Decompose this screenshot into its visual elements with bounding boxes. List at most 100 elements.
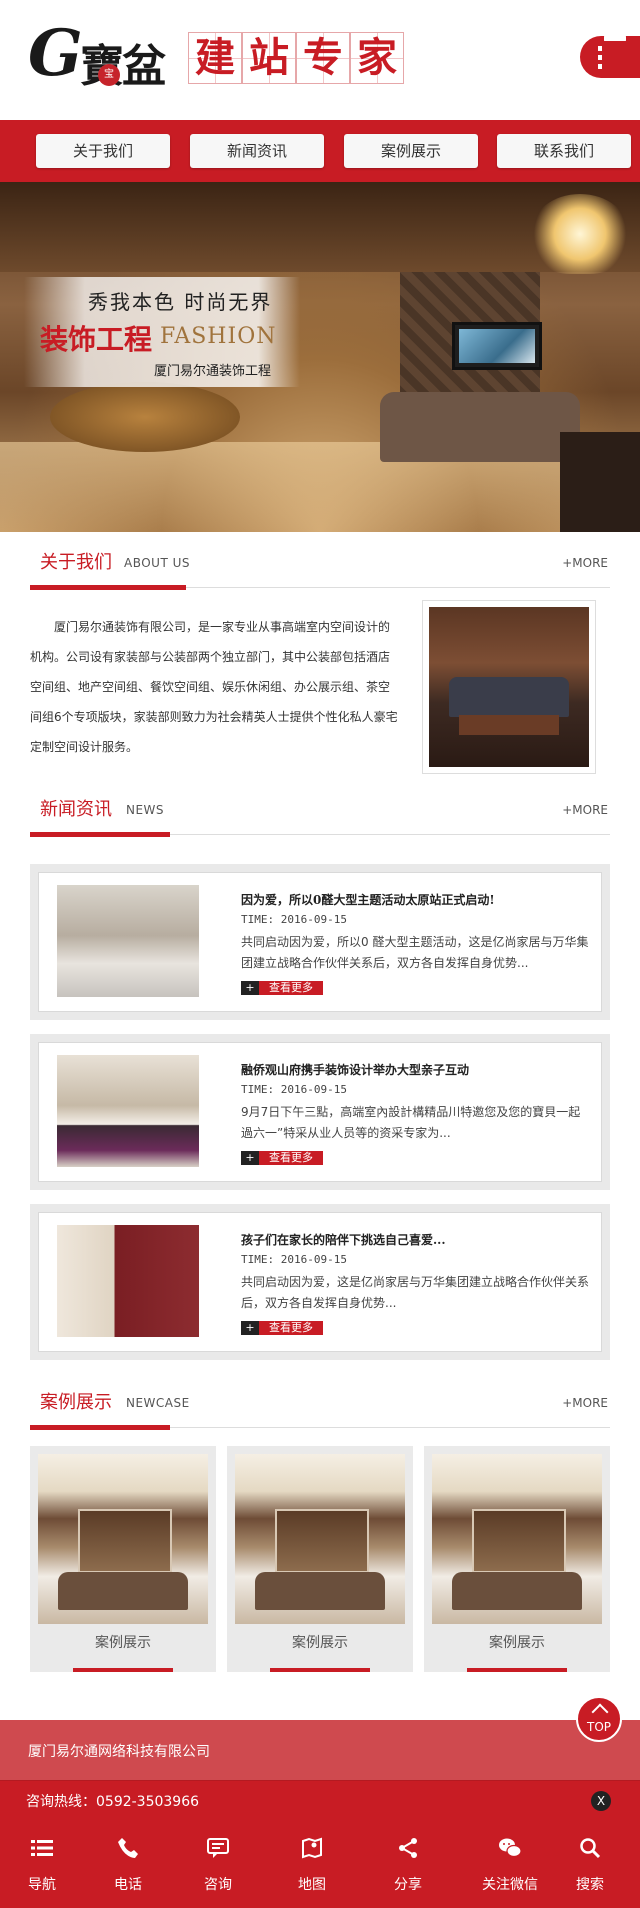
logo-seal: 宝 xyxy=(98,64,120,86)
about-text: 厦门易尔通装饰有限公司，是一家专业从事高端室内空间设计的机构。公司设有家装部与公… xyxy=(30,620,398,754)
news-time: TIME: 2016-09-15 xyxy=(241,1083,347,1096)
about-more-link[interactable]: +MORE xyxy=(562,556,608,570)
news-readmore-button[interactable]: + 查看更多 xyxy=(241,981,323,995)
menu-icon xyxy=(31,1840,53,1856)
news-section-header: 新闻资讯 NEWS +MORE xyxy=(30,795,610,837)
about-photo xyxy=(429,607,589,767)
toolbar-nav-button[interactable]: 导航 xyxy=(2,1820,82,1908)
main-nav: 关于我们 新闻资讯 案例展示 联系我们 xyxy=(0,120,640,182)
toolbar-label: 搜索 xyxy=(576,1877,604,1893)
toolbar-label: 分享 xyxy=(394,1877,422,1893)
map-icon xyxy=(302,1837,322,1859)
case-label: 案例展示 xyxy=(95,1635,151,1651)
toolbar-wechat-button[interactable]: 关注微信 xyxy=(470,1820,550,1908)
nav-about[interactable]: 关于我们 xyxy=(36,134,170,168)
news-readmore-button[interactable]: + 查看更多 xyxy=(241,1151,323,1165)
news-thumbnail[interactable] xyxy=(57,1225,199,1337)
case-photo xyxy=(432,1454,602,1624)
news-title[interactable]: 融侨观山府携手装饰设计举办大型亲子互动 xyxy=(241,1061,469,1078)
logo-title-char: 站 xyxy=(242,32,296,84)
toolbar-map-button[interactable]: 地图 xyxy=(272,1820,352,1908)
toolbar-label: 咨询 xyxy=(204,1877,232,1893)
site-logo[interactable]: G 寶盆 宝 建 站 专 家 xyxy=(28,16,408,92)
case-item[interactable]: 案例展示 xyxy=(424,1446,610,1672)
case-underline xyxy=(467,1668,567,1672)
wechat-icon xyxy=(499,1838,522,1858)
phone-icon xyxy=(118,1838,138,1858)
nav-cases[interactable]: 案例展示 xyxy=(344,134,478,168)
banner-tv xyxy=(452,322,542,370)
case-photo xyxy=(38,1454,208,1624)
news-title[interactable]: 孩子们在家长的陪伴下挑选自己喜爱... xyxy=(241,1231,446,1248)
news-readmore-button[interactable]: + 查看更多 xyxy=(241,1321,323,1335)
menu-toggle-button[interactable] xyxy=(580,36,640,78)
footer-company: 厦门易尔通网络科技有限公司 xyxy=(28,1744,210,1760)
news-card: 孩子们在家长的陪伴下挑选自己喜爱... TIME: 2016-09-15 共同启… xyxy=(38,1212,602,1352)
case-underline xyxy=(270,1668,370,1672)
banner-headline: 装饰工程 xyxy=(40,323,153,356)
search-icon xyxy=(580,1838,601,1859)
case-underline xyxy=(73,1668,173,1672)
about-section-header: 关于我们 ABOUT US +MORE xyxy=(30,548,610,590)
nav-news[interactable]: 新闻资讯 xyxy=(190,134,324,168)
banner-sofa xyxy=(380,392,580,462)
case-photo xyxy=(235,1454,405,1624)
hotline-text[interactable]: 咨询热线：0592-3503966 xyxy=(26,1791,199,1811)
news-time: TIME: 2016-09-15 xyxy=(241,1253,347,1266)
banner-armchair xyxy=(560,432,640,532)
bottom-toolbar: 导航 电话 咨询 地图 分享 关注微信 搜索 xyxy=(0,1820,640,1908)
toolbar-search-button[interactable]: 搜索 xyxy=(550,1820,630,1908)
news-item[interactable]: 融侨观山府携手装饰设计举办大型亲子互动 TIME: 2016-09-15 9月7… xyxy=(30,1034,610,1190)
news-desc: 共同启动因为爱，这是亿尚家居与万华集团建立战略合作伙伴关系后，双方各自发挥自身优… xyxy=(241,1275,590,1310)
cases-section-header: 案例展示 NEWCASE +MORE xyxy=(30,1388,610,1430)
section-underline xyxy=(30,585,186,590)
cases-more-link[interactable]: +MORE xyxy=(562,1396,608,1410)
logo-mark: G 寶盆 宝 xyxy=(28,16,188,92)
plus-icon: + xyxy=(241,981,259,995)
share-icon xyxy=(399,1838,417,1858)
section-subtitle: ABOUT US xyxy=(124,556,191,570)
footer: 厦门易尔通网络科技有限公司 xyxy=(0,1720,640,1780)
news-time: TIME: 2016-09-15 xyxy=(241,913,347,926)
hotline-bar: 咨询热线：0592-3503966 X xyxy=(0,1780,640,1820)
news-card: 因为爱，所以0醛大型主题活动太原站正式启动! TIME: 2016-09-15 … xyxy=(38,872,602,1012)
news-item[interactable]: 孩子们在家长的陪伴下挑选自己喜爱... TIME: 2016-09-15 共同启… xyxy=(30,1204,610,1360)
banner-subtitle: 厦门易尔通装饰工程 xyxy=(154,364,272,379)
back-to-top-button[interactable]: TOP xyxy=(576,1696,622,1742)
logo-script: 寶盆 xyxy=(80,41,166,92)
close-icon[interactable]: X xyxy=(591,1791,611,1811)
readmore-label: 查看更多 xyxy=(269,981,313,994)
news-desc: 共同启动因为爱，所以0 醛大型主题活动，这是亿尚家居与万华集团建立战略合作伙伴关… xyxy=(241,935,589,970)
logo-title-char: 专 xyxy=(296,32,350,84)
news-title[interactable]: 因为爱，所以0醛大型主题活动太原站正式启动! xyxy=(241,891,495,908)
plus-icon: + xyxy=(241,1151,259,1165)
back-to-top-label: TOP xyxy=(586,1720,611,1734)
logo-title-char: 建 xyxy=(188,32,242,84)
about-image xyxy=(422,600,596,774)
section-subtitle: NEWCASE xyxy=(126,1396,190,1410)
section-title: 新闻资讯 xyxy=(40,799,112,820)
section-title: 案例展示 xyxy=(40,1392,112,1413)
header: G 寶盆 宝 建 站 专 家 xyxy=(0,0,640,120)
logo-title: 建 站 专 家 xyxy=(188,32,404,84)
toolbar-label: 关注微信 xyxy=(482,1877,538,1893)
banner-table xyxy=(50,382,240,452)
chat-icon xyxy=(207,1838,229,1858)
news-more-link[interactable]: +MORE xyxy=(562,803,608,817)
toolbar-consult-button[interactable]: 咨询 xyxy=(178,1820,258,1908)
logo-title-char: 家 xyxy=(350,32,404,84)
toolbar-share-button[interactable]: 分享 xyxy=(368,1820,448,1908)
plus-icon: + xyxy=(241,1321,259,1335)
case-item[interactable]: 案例展示 xyxy=(227,1446,413,1672)
news-thumbnail[interactable] xyxy=(57,1055,199,1167)
news-desc: 9月7日下午三點，高端室內設計構精品川特邀您及您的寶貝一起過六一”特采从业人员等… xyxy=(241,1105,581,1140)
case-label: 案例展示 xyxy=(292,1635,348,1651)
news-item[interactable]: 因为爱，所以0醛大型主题活动太原站正式启动! TIME: 2016-09-15 … xyxy=(30,864,610,1020)
hero-banner[interactable]: 秀我本色 时尚无界 装饰工程 FASHION 厦门易尔通装饰工程 xyxy=(0,182,640,532)
nav-contact[interactable]: 联系我们 xyxy=(497,134,631,168)
case-item[interactable]: 案例展示 xyxy=(30,1446,216,1672)
readmore-label: 查看更多 xyxy=(269,1321,313,1334)
section-underline xyxy=(30,1425,170,1430)
toolbar-phone-button[interactable]: 电话 xyxy=(88,1820,168,1908)
news-thumbnail[interactable] xyxy=(57,885,199,997)
